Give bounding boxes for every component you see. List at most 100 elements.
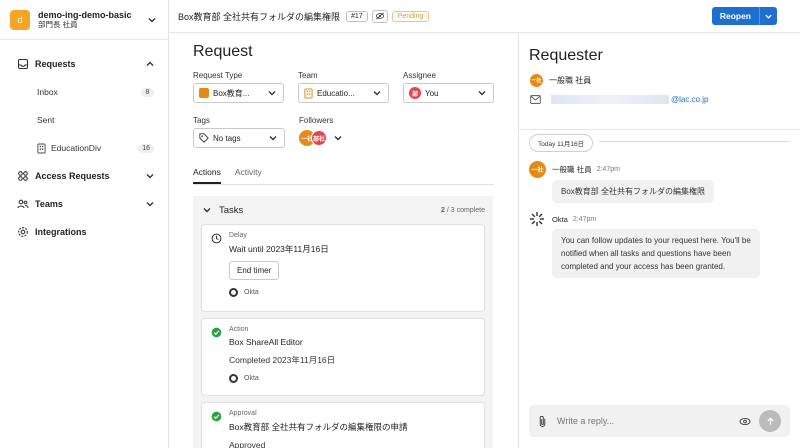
field-label: Assignee: [403, 71, 436, 80]
avatar: 部: [409, 87, 421, 99]
arrow-up-icon: [766, 416, 774, 425]
select-value: Box教育...: [213, 88, 250, 98]
inbox-icon: [17, 58, 29, 70]
chevron-down-icon: [146, 14, 158, 26]
sidebar-item-label: Inbox: [37, 87, 58, 97]
select-value: You: [425, 88, 439, 98]
task-type: Delay: [229, 232, 247, 239]
chevron-up-icon: [144, 58, 156, 70]
request-type-select[interactable]: Box教育...: [193, 83, 284, 103]
tab-actions[interactable]: Actions: [193, 165, 221, 184]
chevron-down-icon: [144, 170, 156, 182]
sidebar-item-requests[interactable]: Requests: [0, 50, 168, 78]
divider: [599, 141, 790, 142]
requester-email: @lac.co.jp: [530, 95, 800, 104]
sidebar-item-label: Teams: [35, 199, 63, 209]
assignee-select[interactable]: 部 You: [403, 83, 494, 103]
field-label: Followers: [299, 116, 334, 125]
tasks-header[interactable]: Tasks 2 / 3 complete: [201, 202, 485, 218]
building-icon: [37, 143, 46, 154]
okta-icon: [229, 288, 238, 297]
followers-picker[interactable]: 一社 部社: [299, 128, 391, 148]
sidebar-item-label: EducationDiv: [51, 143, 102, 153]
team-select[interactable]: Educatio...: [298, 83, 389, 103]
eye-off-icon[interactable]: [371, 9, 388, 23]
task-title: Wait until 2023年11月16日: [229, 244, 329, 254]
sidebar-item-educationdiv[interactable]: EducationDiv 16: [0, 134, 168, 162]
email-redacted: [551, 95, 669, 104]
okta-logo-icon: [529, 211, 545, 227]
team-field: Team Educatio...: [298, 71, 389, 103]
message-time: 2:47pm: [572, 215, 597, 223]
field-label: Request Type: [193, 71, 243, 80]
send-button[interactable]: [759, 410, 781, 432]
divider: [519, 129, 800, 130]
message-line: notified when all tasks and questions ha…: [561, 249, 731, 258]
tab-activity[interactable]: Activity: [235, 165, 262, 184]
sidebar-item-access-requests[interactable]: Access Requests: [0, 162, 168, 190]
task-type: Approval: [229, 410, 257, 417]
sidebar-item-label: Sent: [37, 115, 55, 125]
paperclip-icon[interactable]: [538, 415, 547, 428]
task-title: Box ShareAll Editor: [229, 337, 303, 347]
select-value: No tags: [213, 133, 241, 143]
sidebar-item-label: Integrations: [35, 227, 87, 237]
tasks-total-count: / 3 complete: [444, 206, 485, 214]
status-badge: Pending: [391, 10, 430, 22]
requester-user: 一社 一般職 社員: [530, 74, 800, 87]
chevron-down-icon[interactable]: [760, 7, 777, 25]
gear-icon: [17, 226, 29, 238]
requester-title: Requester: [529, 47, 603, 64]
workspace-avatar: d: [10, 9, 30, 30]
sidebar-item-sent[interactable]: Sent: [0, 106, 168, 134]
task-card: Delay Wait until 2023年11月16日 End timer O…: [201, 224, 485, 312]
message-bubble: Box教育部 全社共有フォルダの編集権限: [552, 180, 715, 203]
date-separator: Today 11月16日: [529, 134, 594, 152]
tags-select[interactable]: No tags: [193, 128, 285, 148]
folder-icon: [199, 88, 209, 98]
count-badge: 16: [138, 143, 154, 153]
sidebar-item-inbox[interactable]: Inbox 8: [0, 78, 168, 106]
avatar: 一社: [530, 74, 543, 87]
chevron-down-icon: [144, 198, 156, 210]
chevron-down-icon: [371, 87, 383, 99]
building-icon: [304, 88, 313, 99]
eye-icon[interactable]: [739, 417, 751, 426]
workspace-subtitle: 部門長 社員: [38, 19, 78, 29]
email-domain[interactable]: @lac.co.jp: [671, 95, 708, 104]
followers-field: Followers 一社 部社: [299, 116, 391, 148]
request-title-header: Box教育部 全社共有フォルダの編集権限: [178, 11, 341, 22]
field-label: Tags: [193, 116, 210, 125]
tags-field: Tags No tags: [193, 116, 285, 148]
task-card: Action Box ShareAll Editor Completed 202…: [201, 318, 485, 396]
check-circle-icon: [211, 326, 222, 383]
chevron-down-icon: [201, 204, 213, 216]
chevron-down-icon: [266, 87, 278, 99]
requester-panel: Requester 一社 一般職 社員 @lac.co.jp Today 11月…: [519, 33, 800, 448]
timeline-message: 一社 一般職 社員 2:47pm Box教育部 全社共有フォルダの編集権限: [529, 161, 790, 203]
task-card: Approval Box教育部 全社共有フォルダの編集権限の申請 Approve…: [201, 402, 485, 448]
task-title: Box教育部 全社共有フォルダの編集権限の申請: [229, 422, 408, 432]
requester-name: 一般職 社員: [549, 76, 592, 85]
sidebar-item-integrations[interactable]: Integrations: [0, 218, 168, 246]
chevron-down-icon: [476, 87, 488, 99]
sidebar-item-teams[interactable]: Teams: [0, 190, 168, 218]
page-title: Request: [193, 43, 253, 60]
reply-input[interactable]: [557, 416, 739, 426]
reopen-button-group: Reopen: [711, 7, 777, 25]
reply-box: [529, 405, 790, 437]
tag-icon: [199, 133, 209, 143]
mail-icon: [530, 95, 541, 104]
people-icon: [17, 198, 29, 210]
workspace-name: demo-ing-demo-basic: [38, 9, 132, 20]
task-status: Completed 2023年11月16日: [229, 355, 336, 365]
workspace-switcher[interactable]: d demo-ing-demo-basic 部門長 社員: [0, 0, 168, 40]
message-time: 2:47pm: [596, 166, 620, 173]
task-type: Action: [229, 326, 249, 333]
reopen-button[interactable]: Reopen: [712, 7, 760, 25]
sidebar-item-label: Requests: [35, 59, 76, 69]
select-value: Educatio...: [317, 88, 355, 98]
request-main: Request Request Type Box教育... Team Educa…: [169, 0, 519, 448]
end-timer-button[interactable]: End timer: [229, 261, 280, 280]
message-line: completed and your access has been grant…: [561, 262, 726, 271]
